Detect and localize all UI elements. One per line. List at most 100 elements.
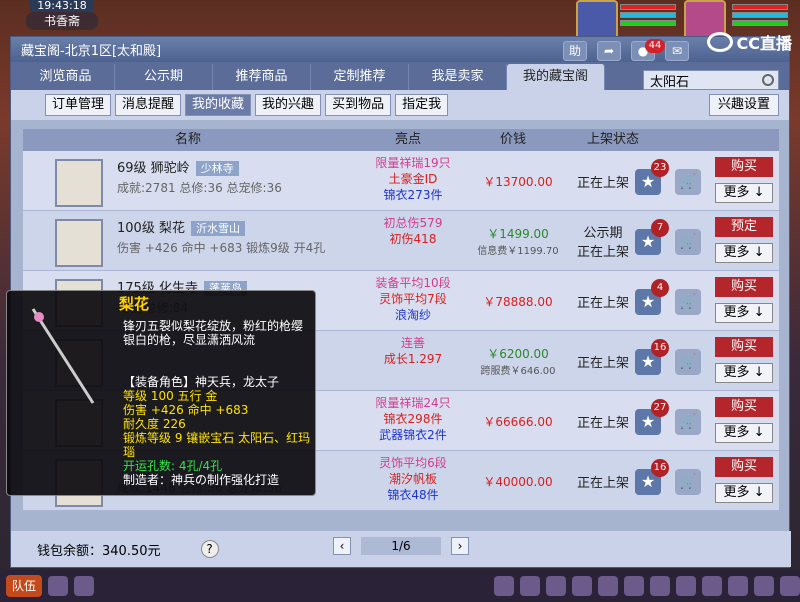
help-circle-icon[interactable]: ? bbox=[200, 540, 219, 558]
buy-button[interactable]: 购买 bbox=[715, 397, 773, 417]
highlight-line: 限量祥瑞19只 bbox=[375, 156, 451, 170]
highlight-line: 潮汐帆板 bbox=[388, 472, 437, 486]
item-status2: 正在上架 bbox=[576, 245, 629, 260]
item-price-cell: ￥40000.00 bbox=[463, 451, 573, 511]
player-status-bars bbox=[732, 2, 788, 28]
item-desc: 伤害 +426 命中 +683 锻炼9级 开4孔 bbox=[117, 241, 326, 255]
table-header: 名称 亮点 价钱 上架状态 bbox=[23, 129, 779, 151]
col-name: 名称 bbox=[174, 132, 201, 147]
more-button[interactable]: 更多 ↓ bbox=[715, 183, 773, 203]
item-name: 69级 狮驼岭 少林寺 bbox=[117, 157, 239, 176]
cart-icon[interactable]: 🛒 bbox=[675, 289, 701, 315]
cart-icon[interactable]: 🛒 bbox=[675, 349, 701, 375]
item-price: ￥13700.00 bbox=[483, 174, 553, 189]
tab-custom[interactable]: 定制推荐 bbox=[311, 64, 409, 90]
gift-icon[interactable] bbox=[572, 576, 592, 596]
mic-icon[interactable] bbox=[48, 576, 68, 596]
messages-button[interactable]: 消息提醒 bbox=[115, 94, 182, 116]
item-status-cell: 正在上架 bbox=[563, 331, 643, 391]
message-count-badge: 44 bbox=[645, 39, 665, 53]
pet-status-bars bbox=[620, 2, 676, 28]
item-title: 69级 狮驼岭 bbox=[117, 161, 190, 176]
prev-page-button[interactable]: ‹ bbox=[333, 537, 351, 555]
item-name: 100级 梨花 沂水雪山 bbox=[117, 217, 245, 236]
interests-button[interactable]: 我的兴趣 bbox=[255, 94, 322, 116]
more-button[interactable]: 更多 ↓ bbox=[715, 363, 773, 383]
item-highlights: 初总伤579 初伤418 bbox=[353, 215, 473, 247]
quest-icon[interactable] bbox=[702, 576, 722, 596]
buy-button[interactable]: 购买 bbox=[715, 157, 773, 177]
shop-icon[interactable] bbox=[728, 576, 748, 596]
tooltip-durability: 耐久度 226 bbox=[123, 417, 186, 431]
attack-icon[interactable] bbox=[520, 576, 540, 596]
subnav: 订单管理 消息提醒 我的收藏 我的兴趣 买到物品 指定我 兴趣设置 bbox=[11, 90, 789, 120]
pet-portrait[interactable] bbox=[576, 0, 618, 40]
item-school: 少林寺 bbox=[195, 161, 239, 176]
more-button[interactable]: 更多 ↓ bbox=[715, 303, 773, 323]
item-school: 沂水雪山 bbox=[190, 221, 245, 236]
team-icon[interactable] bbox=[624, 576, 644, 596]
bag-icon[interactable] bbox=[546, 576, 566, 596]
highlight-line: 初伤418 bbox=[389, 232, 437, 246]
tooltip-forge: 锻炼等级 9 镶嵌宝石 太阳石、红玛瑙 bbox=[123, 431, 311, 459]
chat-bubble-icon[interactable] bbox=[74, 576, 94, 596]
highlight-line: 锦衣298件 bbox=[383, 412, 443, 426]
item-status-cell: 正在上架 bbox=[563, 451, 643, 511]
item-status-cell: 正在上架 bbox=[563, 151, 643, 211]
friend-icon[interactable] bbox=[650, 576, 670, 596]
favorite-count: 4 bbox=[651, 279, 669, 297]
highlight-line: 初总伤579 bbox=[383, 216, 443, 230]
more-button[interactable]: 更多 ↓ bbox=[715, 243, 773, 263]
more-button[interactable]: 更多 ↓ bbox=[715, 483, 773, 503]
cart-icon[interactable]: 🛒 bbox=[675, 169, 701, 195]
item-icon[interactable] bbox=[55, 159, 103, 207]
buy-button[interactable]: 购买 bbox=[715, 337, 773, 357]
skill-icon[interactable] bbox=[754, 576, 774, 596]
tab-browse[interactable]: 浏览商品 bbox=[17, 64, 115, 90]
designated-button[interactable]: 指定我 bbox=[395, 94, 449, 116]
item-price-cell: ￥6200.00 跨服费￥646.00 bbox=[463, 331, 573, 391]
tab-publicity[interactable]: 公示期 bbox=[115, 64, 213, 90]
search-input[interactable]: 太阳石 bbox=[643, 70, 779, 90]
more-button[interactable]: 更多 ↓ bbox=[715, 423, 773, 443]
interest-settings-button[interactable]: 兴趣设置 bbox=[708, 94, 779, 116]
search-icon[interactable] bbox=[762, 74, 774, 86]
highlight-line: 浪淘纱 bbox=[394, 308, 431, 322]
share-icon[interactable]: ➦ bbox=[597, 41, 621, 61]
item-highlights: 灵饰平均6段 潮汐帆板 锦衣48件 bbox=[353, 455, 473, 503]
favorites-button[interactable]: 我的收藏 bbox=[185, 94, 252, 116]
purchased-button[interactable]: 买到物品 bbox=[325, 94, 392, 116]
titlebar-buttons: 助 ➦ ● ✉ bbox=[563, 41, 689, 61]
item-fee: 跨服费￥646.00 bbox=[480, 366, 556, 377]
item-highlights: 装备平均10段 灵饰平均7段 浪淘纱 bbox=[353, 275, 473, 323]
team-button[interactable]: 队伍 bbox=[6, 575, 42, 597]
orders-button[interactable]: 订单管理 bbox=[45, 94, 112, 116]
pet-icon[interactable] bbox=[494, 576, 514, 596]
table-row[interactable]: 69级 狮驼岭 少林寺 成就:2781 总修:36 总宠修:36 限量祥瑞19只土… bbox=[23, 151, 779, 211]
item-icon[interactable] bbox=[55, 219, 103, 267]
highlight-line: 土豪金ID bbox=[388, 172, 438, 186]
game-clock: 19:43:18 bbox=[30, 0, 94, 12]
item-price-cell: ￥78888.00 bbox=[463, 271, 573, 331]
guild-icon[interactable] bbox=[676, 576, 696, 596]
table-row[interactable]: 100级 梨花 沂水雪山 伤害 +426 命中 +683 锻炼9级 开4孔 初总伤… bbox=[23, 211, 779, 271]
item-highlights: 限量祥瑞24只 锦衣298件 武器锦衣2件 bbox=[353, 395, 473, 443]
help-icon[interactable]: 助 bbox=[563, 41, 587, 61]
cart-icon[interactable]: 🛒 bbox=[675, 409, 701, 435]
tab-recommended[interactable]: 推荐商品 bbox=[213, 64, 311, 90]
chat-icon[interactable]: ✉ bbox=[665, 41, 689, 61]
buy-button[interactable]: 购买 bbox=[715, 277, 773, 297]
item-status: 正在上架 bbox=[576, 475, 629, 491]
tab-my-treasure[interactable]: 我的藏宝阁 bbox=[507, 64, 605, 90]
buy-button[interactable]: 预定 bbox=[715, 217, 773, 237]
buy-button[interactable]: 购买 bbox=[715, 457, 773, 477]
cart-icon[interactable]: 🛒 bbox=[675, 469, 701, 495]
next-page-button[interactable]: › bbox=[451, 537, 469, 555]
cc-brand-label: CC直播 bbox=[736, 34, 793, 53]
item-status-cell: 正在上架 bbox=[563, 391, 643, 451]
cart-icon[interactable]: 🛒 bbox=[675, 229, 701, 255]
tab-seller[interactable]: 我是卖家 bbox=[409, 64, 507, 90]
map-icon[interactable] bbox=[598, 576, 618, 596]
highlight-line: 限量祥瑞24只 bbox=[375, 396, 451, 410]
system-icon[interactable] bbox=[780, 576, 800, 596]
